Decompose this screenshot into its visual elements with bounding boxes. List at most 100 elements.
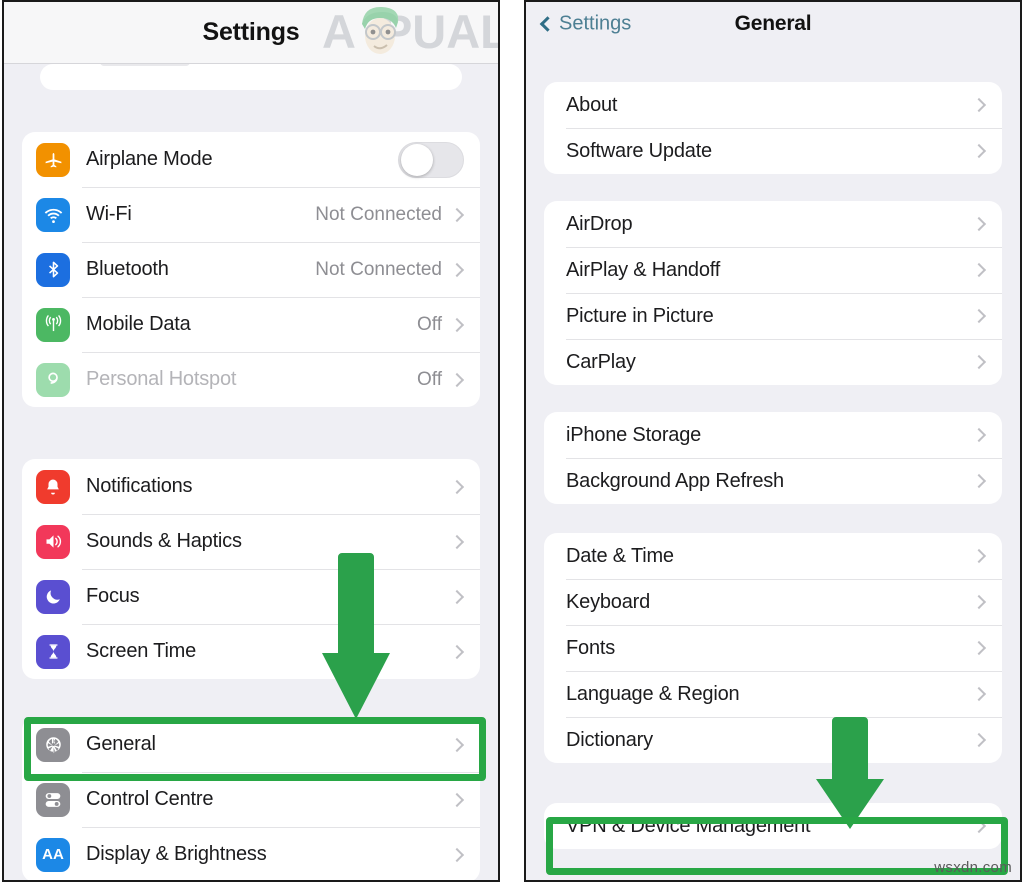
general-row-about[interactable]: About bbox=[544, 82, 1002, 128]
settings-row-label: Bluetooth bbox=[86, 258, 169, 280]
source-watermark: wsxdn.com bbox=[934, 859, 1012, 876]
chevron-right-icon bbox=[971, 427, 987, 443]
chevron-right-icon bbox=[971, 308, 987, 324]
chevron-right-icon bbox=[971, 732, 987, 748]
chevron-right-icon bbox=[449, 479, 465, 494]
settings-row-personal-hotspot[interactable]: Personal Hotspot Off bbox=[22, 352, 480, 407]
bell-icon bbox=[36, 469, 70, 504]
hotspot-icon bbox=[36, 362, 70, 397]
airplane-mode-toggle[interactable] bbox=[398, 141, 464, 178]
settings-row-label: Personal Hotspot bbox=[86, 368, 237, 390]
general-row-vpn-device-management[interactable]: VPN & Device Management bbox=[544, 803, 1002, 849]
screenshot-root: Settings A PUALS bbox=[0, 0, 1024, 882]
chevron-right-icon bbox=[971, 262, 987, 278]
settings-row-control-centre[interactable]: Control Centre bbox=[22, 772, 480, 827]
chevron-right-icon bbox=[971, 216, 987, 232]
settings-row-label: Mobile Data bbox=[86, 313, 191, 335]
display-brightness-icon: AA bbox=[36, 837, 70, 872]
page-title: General bbox=[734, 12, 812, 35]
settings-row-sounds-haptics[interactable]: Sounds & Haptics bbox=[22, 514, 480, 569]
general-row-fonts[interactable]: Fonts bbox=[544, 625, 1002, 671]
general-row-label: Keyboard bbox=[566, 590, 651, 613]
settings-row-airplane-mode[interactable]: Airplane Mode bbox=[22, 132, 480, 187]
settings-row-value: Off bbox=[417, 368, 442, 390]
chevron-right-icon bbox=[971, 143, 987, 159]
toggle-knob bbox=[401, 143, 433, 176]
bluetooth-icon bbox=[36, 252, 70, 287]
moon-icon bbox=[36, 579, 70, 614]
airplane-icon bbox=[36, 142, 70, 177]
settings-row-label: Focus bbox=[86, 585, 140, 607]
chevron-right-icon bbox=[449, 847, 465, 862]
general-row-label: AirDrop bbox=[566, 212, 633, 235]
phone-panel-general: Settings General A PUALS About bbox=[524, 0, 1022, 882]
general-row-keyboard[interactable]: Keyboard bbox=[544, 579, 1002, 625]
wifi-icon bbox=[36, 197, 70, 232]
settings-row-label: Screen Time bbox=[86, 640, 197, 662]
general-row-airplay-handoff[interactable]: AirPlay & Handoff bbox=[544, 247, 1002, 293]
chevron-right-icon bbox=[449, 737, 465, 752]
chevron-right-icon bbox=[971, 354, 987, 370]
page-title: Settings bbox=[202, 18, 300, 46]
general-group-2: AirDrop AirPlay & Handoff Picture in Pic… bbox=[544, 201, 1002, 385]
chevron-right-icon bbox=[449, 372, 465, 387]
general-row-iphone-storage[interactable]: iPhone Storage bbox=[544, 412, 1002, 458]
chevron-right-icon bbox=[449, 317, 465, 332]
chevron-right-icon bbox=[971, 640, 987, 656]
right-navbar: Settings General bbox=[526, 2, 1020, 46]
settings-row-mobile-data[interactable]: Mobile Data Off bbox=[22, 297, 480, 352]
general-row-picture-in-picture[interactable]: Picture in Picture bbox=[544, 293, 1002, 339]
general-row-software-update[interactable]: Software Update bbox=[544, 128, 1002, 174]
phone-panel-settings: Settings A PUALS bbox=[2, 0, 500, 882]
settings-row-display-brightness[interactable]: AA Display & Brightness bbox=[22, 827, 480, 880]
general-group-5: VPN & Device Management bbox=[544, 803, 1002, 849]
settings-row-label: Sounds & Haptics bbox=[86, 530, 242, 552]
general-row-airdrop[interactable]: AirDrop bbox=[544, 201, 1002, 247]
settings-row-general[interactable]: General bbox=[22, 717, 480, 772]
general-row-label: VPN & Device Management bbox=[566, 814, 811, 837]
settings-row-label: Wi-Fi bbox=[86, 203, 132, 225]
settings-row-screen-time[interactable]: Screen Time bbox=[22, 624, 480, 679]
general-row-label: Software Update bbox=[566, 139, 712, 162]
settings-group-connectivity: Airplane Mode Wi-Fi Not Connected Blueto… bbox=[22, 132, 480, 407]
settings-row-wifi[interactable]: Wi-Fi Not Connected bbox=[22, 187, 480, 242]
chevron-right-icon bbox=[449, 792, 465, 807]
settings-row-value: Not Connected bbox=[315, 258, 442, 280]
settings-row-bluetooth[interactable]: Bluetooth Not Connected bbox=[22, 242, 480, 297]
left-content: Airplane Mode Wi-Fi Not Connected Blueto… bbox=[4, 64, 498, 880]
control-centre-icon bbox=[36, 782, 70, 817]
settings-row-value: Not Connected bbox=[315, 203, 442, 225]
general-row-label: Date & Time bbox=[566, 544, 674, 567]
chevron-right-icon bbox=[971, 594, 987, 610]
chevron-right-icon bbox=[449, 589, 465, 604]
general-group-1: About Software Update bbox=[544, 82, 1002, 174]
settings-row-label: Display & Brightness bbox=[86, 843, 267, 865]
settings-row-focus[interactable]: Focus bbox=[22, 569, 480, 624]
general-row-date-time[interactable]: Date & Time bbox=[544, 533, 1002, 579]
chevron-right-icon bbox=[971, 686, 987, 702]
settings-row-value: Off bbox=[417, 313, 442, 335]
chevron-right-icon bbox=[449, 534, 465, 549]
gear-icon bbox=[36, 727, 70, 762]
chevron-right-icon bbox=[449, 207, 465, 222]
general-row-label: Fonts bbox=[566, 636, 616, 659]
general-row-carplay[interactable]: CarPlay bbox=[544, 339, 1002, 385]
general-row-label: Dictionary bbox=[566, 728, 653, 751]
general-row-background-app-refresh[interactable]: Background App Refresh bbox=[544, 458, 1002, 504]
general-row-label: About bbox=[566, 93, 618, 116]
settings-group-system: General Control Centre AA Display & Brig… bbox=[22, 717, 480, 880]
settings-group-alerts: Notifications Sounds & Haptics Focus Scr… bbox=[22, 459, 480, 679]
left-navbar: Settings bbox=[4, 2, 498, 64]
general-row-label: Background App Refresh bbox=[566, 469, 784, 492]
chevron-left-icon bbox=[539, 15, 556, 32]
speaker-icon bbox=[36, 524, 70, 559]
hourglass-icon bbox=[36, 634, 70, 669]
general-row-dictionary[interactable]: Dictionary bbox=[544, 717, 1002, 763]
general-row-label: AirPlay & Handoff bbox=[566, 258, 721, 281]
settings-row-notifications[interactable]: Notifications bbox=[22, 459, 480, 514]
general-row-label: iPhone Storage bbox=[566, 423, 702, 446]
general-row-label: CarPlay bbox=[566, 350, 636, 373]
back-to-settings-button[interactable]: Settings bbox=[539, 13, 631, 36]
chevron-right-icon bbox=[971, 818, 987, 834]
general-row-language-region[interactable]: Language & Region bbox=[544, 671, 1002, 717]
